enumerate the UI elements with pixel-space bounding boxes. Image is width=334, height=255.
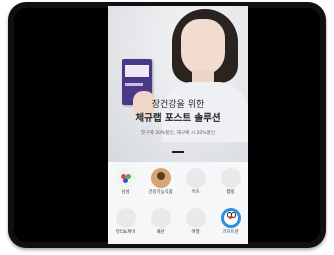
category-item-beauty[interactable]: 뷰티&케어 <box>108 208 143 244</box>
banner-pager-indicator[interactable] <box>172 151 184 153</box>
app-screen: 장건강을 위한 체규랩 포스트 솔루션 첫구매 30%할인, 재구매 시 20%… <box>108 6 248 244</box>
beauty-icon <box>115 208 136 228</box>
category-grid: 남성 건강기능식품 키즈 캠핑 뷰티&케어 패션 여행 기프트관 <box>108 168 248 244</box>
category-item-male[interactable]: 남성 <box>108 168 143 204</box>
category-item-kids[interactable]: 키즈 <box>178 168 213 204</box>
fashion-icon <box>150 208 171 228</box>
category-label: 여행 <box>191 230 200 235</box>
kids-icon <box>185 168 206 188</box>
category-item-travel[interactable]: 여행 <box>178 208 213 244</box>
grapes-icon <box>115 168 136 188</box>
category-label: 캠핑 <box>226 190 235 195</box>
category-label: 패션 <box>156 230 165 235</box>
travel-icon <box>185 208 206 228</box>
banner-headline-line1: 장건강을 위한 <box>151 100 205 110</box>
category-label: 건강기능식품 <box>148 190 173 195</box>
category-label: 남성 <box>121 190 130 195</box>
category-label: 키즈 <box>191 190 200 195</box>
category-item-fashion[interactable]: 패션 <box>143 208 178 244</box>
banner-headline: 장건강을 위한 체규랩 포스트 솔루션 <box>108 99 248 125</box>
category-item-health[interactable]: 건강기능식품 <box>143 168 178 204</box>
banner-subline: 첫구매 30%할인, 재구매 시 20%할인 <box>140 131 216 136</box>
category-item-gift[interactable]: 기프트관 <box>213 208 248 244</box>
health-product-icon <box>150 168 171 188</box>
category-label: 기프트관 <box>222 230 239 235</box>
category-label: 뷰티&케어 <box>115 230 136 235</box>
banner-headline-line2: 체규랩 포스트 솔루션 <box>135 113 221 124</box>
doraemon-gift-icon <box>220 208 241 228</box>
model-face <box>181 19 225 75</box>
category-item-camping[interactable]: 캠핑 <box>213 168 248 204</box>
camping-icon <box>220 168 241 188</box>
promo-banner[interactable]: 장건강을 위한 체규랩 포스트 솔루션 첫구매 30%할인, 재구매 시 20%… <box>108 6 248 162</box>
